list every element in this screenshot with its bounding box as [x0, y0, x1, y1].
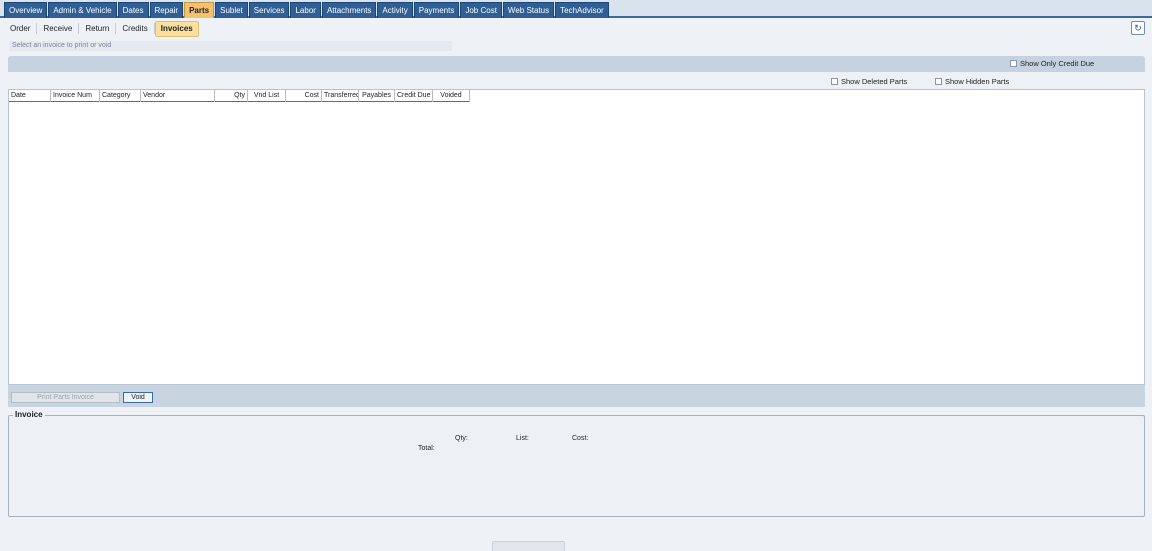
- list-label: List:: [516, 435, 529, 442]
- tab-dates[interactable]: Dates: [117, 2, 149, 18]
- grid-header: Date Invoice Num Category Vendor Qty Vnd List…: [9, 90, 470, 102]
- tab-labor[interactable]: Labor: [290, 2, 321, 18]
- tab-sublet[interactable]: Sublet: [215, 2, 248, 18]
- refresh-button[interactable]: ↻: [1131, 21, 1145, 35]
- subnav-order[interactable]: Order: [4, 23, 38, 34]
- subnav-credits[interactable]: Credits: [116, 23, 155, 34]
- checkbox-label: Show Deleted Parts: [841, 77, 908, 86]
- column-header-cost[interactable]: Cost: [286, 90, 322, 102]
- instruction-hint: Select an invoice to print or void: [9, 41, 452, 51]
- filter-header-band: [8, 56, 1145, 72]
- tab-overview[interactable]: Overview: [4, 2, 48, 18]
- cost-label: Cost:: [572, 435, 589, 442]
- collapsed-bottom-tab[interactable]: [492, 541, 565, 551]
- column-header-category[interactable]: Category: [100, 90, 141, 102]
- checkbox-label: Show Hidden Parts: [945, 77, 1010, 86]
- total-label: Total:: [418, 445, 435, 452]
- column-header-voided[interactable]: Voided: [433, 90, 470, 102]
- subnav-receive[interactable]: Receive: [37, 23, 80, 34]
- tab-parts[interactable]: Parts: [184, 2, 215, 18]
- invoice-panel-title: Invoice: [13, 410, 45, 419]
- subnav-invoices[interactable]: Invoices: [154, 20, 199, 37]
- invoice-summary-panel: Invoice Qty: List: Cost: Total:: [8, 410, 1145, 517]
- action-bar: [8, 385, 1145, 407]
- column-header-invoice-num[interactable]: Invoice Num: [51, 90, 100, 102]
- invoices-grid[interactable]: Date Invoice Num Category Vendor Qty Vnd List…: [8, 89, 1145, 385]
- tab-techadvisor[interactable]: TechAdvisor: [555, 2, 609, 18]
- column-header-qty[interactable]: Qty: [215, 90, 248, 102]
- tab-payments[interactable]: Payments: [413, 2, 460, 18]
- checkbox-label: Show Only Credit Due: [1020, 59, 1095, 68]
- column-header-vendor[interactable]: Vendor: [141, 90, 215, 102]
- qty-label: Qty:: [455, 435, 468, 442]
- show-only-credit-due-checkbox[interactable]: Show Only Credit Due: [1010, 59, 1094, 68]
- checkbox-box[interactable]: [831, 78, 838, 85]
- checkbox-box[interactable]: [1010, 60, 1017, 67]
- tab-web-status[interactable]: Web Status: [502, 2, 555, 18]
- column-header-vnd-list[interactable]: Vnd List: [248, 90, 286, 102]
- tab-job-cost[interactable]: Job Cost: [460, 2, 502, 18]
- print-parts-invoice-button[interactable]: Print Parts Invoice: [11, 392, 120, 403]
- show-deleted-parts-checkbox[interactable]: Show Deleted Parts: [831, 77, 907, 86]
- tab-attachments[interactable]: Attachments: [321, 2, 377, 18]
- subnav-return[interactable]: Return: [79, 23, 117, 34]
- tab-admin-vehicle[interactable]: Admin & Vehicle: [48, 2, 117, 18]
- column-header-credit-due[interactable]: Credit Due: [395, 90, 433, 102]
- column-header-date[interactable]: Date: [9, 90, 51, 102]
- tab-services[interactable]: Services: [248, 2, 290, 18]
- show-hidden-parts-checkbox[interactable]: Show Hidden Parts: [935, 77, 1009, 86]
- void-button[interactable]: Void: [123, 392, 153, 403]
- tab-activity[interactable]: Activity: [377, 2, 413, 18]
- column-header-transferred[interactable]: Transferred: [322, 90, 359, 102]
- tab-repair[interactable]: Repair: [149, 2, 184, 18]
- main-tab-bar: Overview Admin & Vehicle Dates Repair Parts S…: [0, 0, 1152, 18]
- checkbox-box[interactable]: [935, 78, 942, 85]
- parts-sub-nav: Order Receive Return Credits Invoices: [4, 20, 199, 37]
- column-header-payables[interactable]: Payables: [359, 90, 395, 102]
- refresh-icon: ↻: [1134, 23, 1142, 33]
